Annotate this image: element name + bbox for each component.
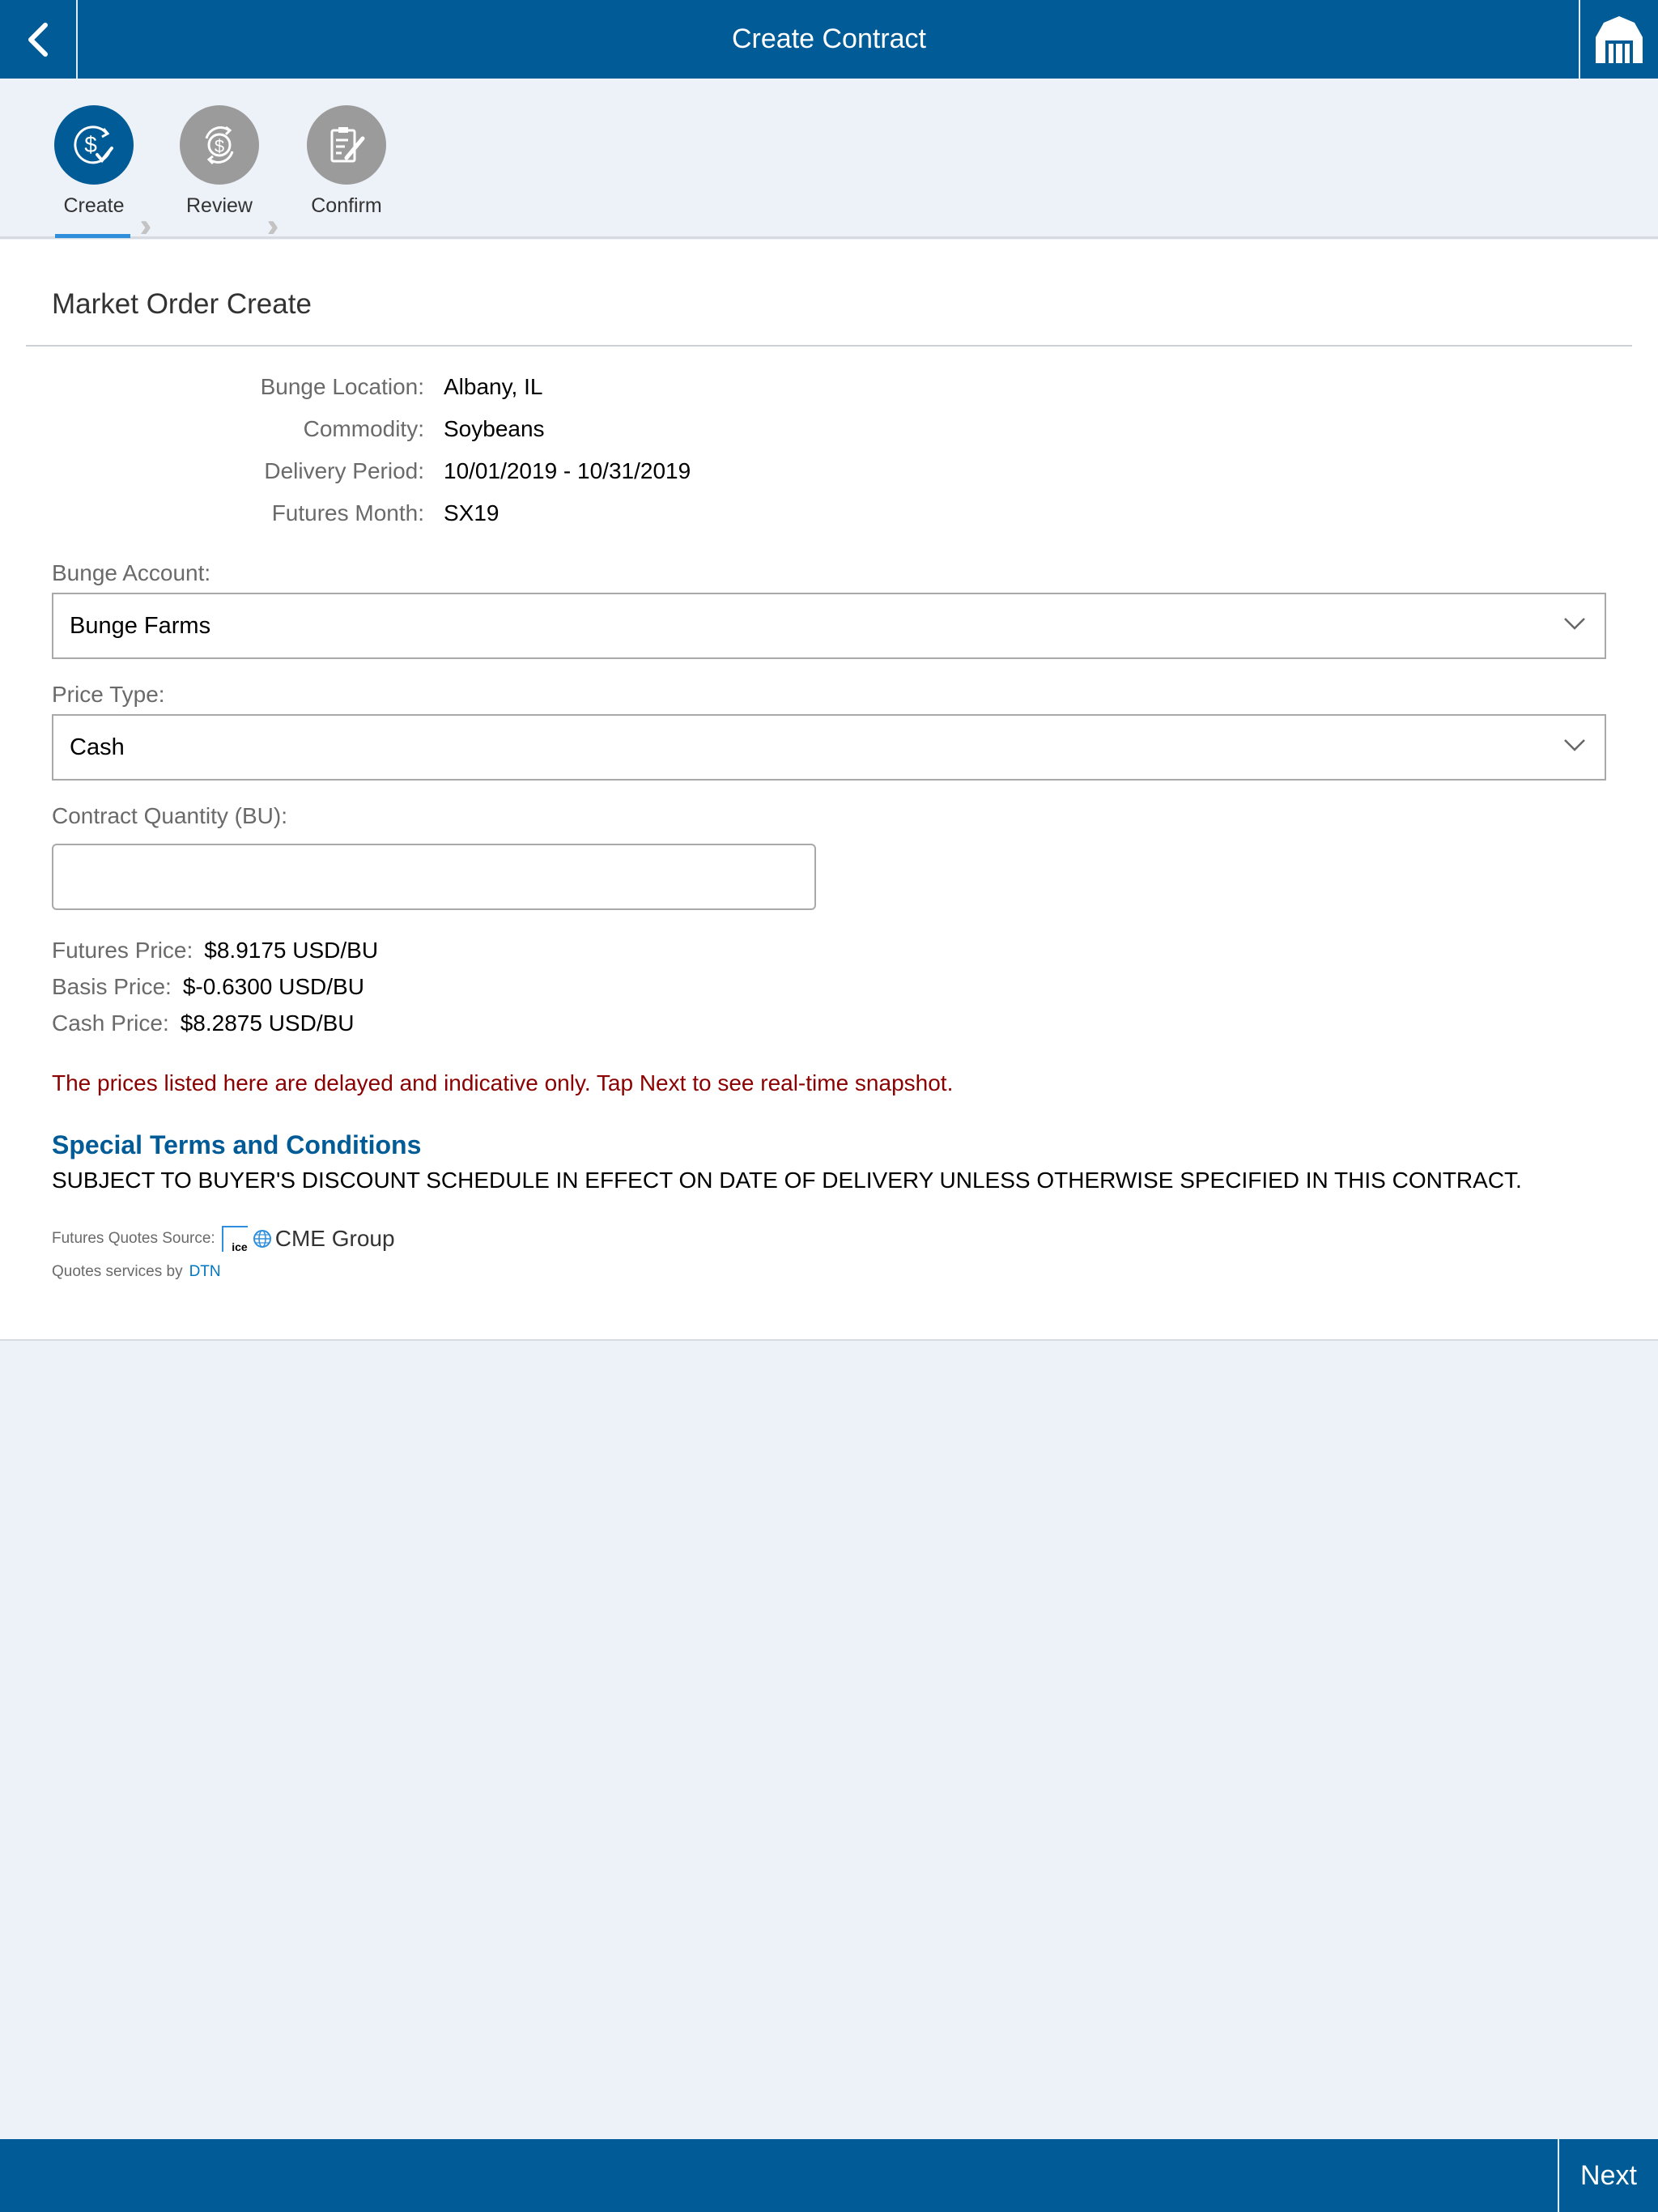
cash-price-row: Cash Price: $8.2875 USD/BU xyxy=(52,1010,355,1036)
title-divider xyxy=(26,345,1632,347)
progress-stepper: $ Create ››› $ Review ››› xyxy=(0,79,1658,244)
terms-title: Special Terms and Conditions xyxy=(52,1130,422,1159)
price-type-select-value: Cash xyxy=(70,734,125,760)
form-title: Market Order Create xyxy=(52,288,312,320)
globe-icon xyxy=(253,1230,271,1248)
quotes-services-line: Quotes services by DTN xyxy=(52,1263,221,1281)
quantity-label: Contract Quantity (BU): xyxy=(52,803,287,828)
dtn-link[interactable]: DTN xyxy=(189,1263,221,1281)
chevron-down-icon xyxy=(1564,739,1585,751)
quantity-input[interactable] xyxy=(52,844,816,910)
detail-label: Bunge Location: xyxy=(260,374,424,399)
step-confirm[interactable]: Confirm xyxy=(298,105,395,218)
price-type-select[interactable]: Cash xyxy=(52,714,1606,781)
barn-icon xyxy=(1596,15,1643,63)
account-select[interactable]: Bunge Farms xyxy=(52,593,1606,659)
dollar-refresh-icon: $ xyxy=(180,105,259,185)
document-pen-icon xyxy=(307,105,386,185)
back-button[interactable] xyxy=(0,0,78,79)
futures-price-row: Futures Price: $8.9175 USD/BU xyxy=(52,938,378,963)
detail-value: 10/01/2019 - 10/31/2019 xyxy=(444,458,691,483)
svg-text:$: $ xyxy=(215,136,224,156)
detail-label: Futures Month: xyxy=(271,500,424,525)
bottom-toolbar: Next xyxy=(0,2139,1658,2212)
step-label: Create xyxy=(63,194,125,217)
svg-text:$: $ xyxy=(84,132,97,157)
dollar-check-icon: $ xyxy=(54,105,134,185)
terms-text: SUBJECT TO BUYER'S DISCOUNT SCHEDULE IN … xyxy=(52,1168,1522,1193)
order-form-card: Market Order Create Bunge Location: Alba… xyxy=(0,240,1658,1341)
price-value: $-0.6300 USD/BU xyxy=(182,974,364,999)
home-button[interactable] xyxy=(1579,0,1658,79)
page-title: Create Contract xyxy=(732,23,926,54)
detail-label: Delivery Period: xyxy=(264,458,424,483)
detail-label: Commodity: xyxy=(303,416,424,441)
basis-price-row: Basis Price: $-0.6300 USD/BU xyxy=(52,974,364,1000)
ice-logo: ice xyxy=(221,1226,248,1253)
chevron-left-icon xyxy=(28,22,48,57)
detail-value: Albany, IL xyxy=(444,374,543,399)
quotes-services-label: Quotes services by xyxy=(52,1263,183,1280)
price-value: $8.9175 USD/BU xyxy=(204,938,379,963)
price-type-label: Price Type: xyxy=(52,682,165,707)
account-select-value: Bunge Farms xyxy=(70,612,211,639)
step-label: Review xyxy=(186,194,253,217)
price-label: Cash Price: xyxy=(52,1010,169,1036)
price-label: Basis Price: xyxy=(52,974,172,999)
cme-logo-text: CME Group xyxy=(274,1226,395,1251)
cme-group-logo: CME Group xyxy=(253,1226,395,1252)
price-label: Futures Price: xyxy=(52,938,193,963)
delayed-prices-notice: The prices listed here are delayed and i… xyxy=(52,1070,954,1095)
quotes-source-line: Futures Quotes Source: ice CME Group xyxy=(52,1226,395,1253)
step-create[interactable]: $ Create xyxy=(45,105,142,218)
chevron-down-icon xyxy=(1564,618,1585,630)
price-value: $8.2875 USD/BU xyxy=(180,1010,355,1036)
detail-value: SX19 xyxy=(444,500,500,525)
quotes-source-label: Futures Quotes Source: xyxy=(52,1230,215,1247)
ice-logo-text: ice xyxy=(232,1240,248,1253)
step-label: Confirm xyxy=(311,194,382,217)
account-label: Bunge Account: xyxy=(52,560,211,585)
step-review[interactable]: $ Review xyxy=(171,105,268,218)
active-step-indicator xyxy=(55,234,130,238)
detail-value: Soybeans xyxy=(444,416,545,441)
top-nav-bar: Create Contract xyxy=(0,0,1658,79)
next-button[interactable]: Next xyxy=(1558,2139,1658,2212)
